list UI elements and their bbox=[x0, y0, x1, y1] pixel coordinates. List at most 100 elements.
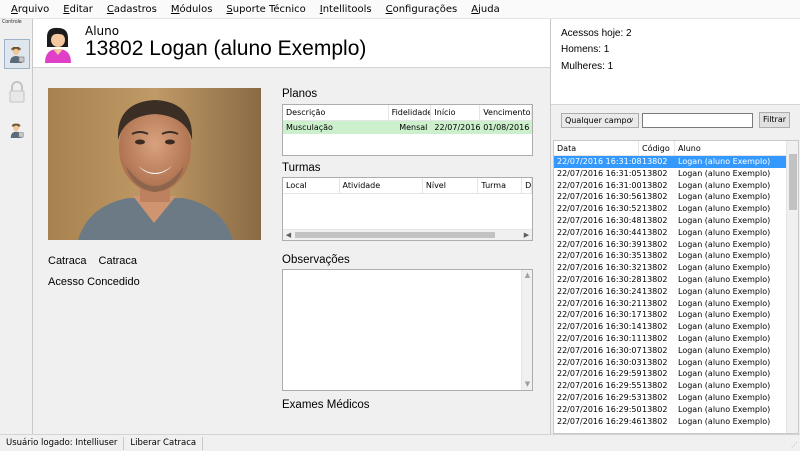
resize-grip-icon[interactable]: ⋰ bbox=[791, 441, 798, 449]
menu-modulos[interactable]: Módulos bbox=[164, 0, 220, 19]
planos-grid[interactable]: Descrição Fidelidade Início Vencimento M… bbox=[282, 104, 533, 156]
cell-data: 22/07/2016 16:30:44 bbox=[557, 227, 642, 237]
access-row[interactable]: 22/07/2016 16:30:52 13802 Logan (aluno Exe… bbox=[554, 203, 798, 215]
scroll-down-icon[interactable]: ▼ bbox=[522, 379, 533, 390]
access-row[interactable]: 22/07/2016 16:30:11 13802 Logan (aluno Exe… bbox=[554, 333, 798, 345]
cell-data: 22/07/2016 16:29:55 bbox=[557, 381, 642, 391]
user-icon bbox=[10, 47, 25, 63]
menu-ajuda[interactable]: Ajuda bbox=[464, 0, 506, 19]
observacoes-textarea[interactable]: ▲ ▼ bbox=[282, 269, 533, 391]
col-nivel[interactable]: Nível bbox=[423, 178, 479, 193]
turmas-grid[interactable]: Local Atividade Nível Turma D ◀ ▶ bbox=[282, 177, 533, 241]
access-row[interactable]: 22/07/2016 16:31:08 13802 Logan (aluno Exe… bbox=[554, 156, 798, 168]
cell-codigo: 13802 bbox=[642, 274, 668, 284]
student-avatar-icon bbox=[45, 27, 71, 63]
left-toolbar: Controle bbox=[0, 19, 33, 434]
access-row[interactable]: 22/07/2016 16:31:00 13802 Logan (aluno Exe… bbox=[554, 180, 798, 192]
aluno-header: Aluno 13802 Logan (aluno Exemplo) bbox=[33, 19, 550, 68]
cell-data: 22/07/2016 16:31:00 bbox=[557, 180, 642, 190]
main-panel: Aluno 13802 Logan (aluno Exemplo) Catrac… bbox=[33, 19, 550, 434]
filter-field-select[interactable]: Qualquer campo ∨ bbox=[561, 113, 639, 128]
cell-data: 22/07/2016 16:30:56 bbox=[557, 192, 642, 202]
col-vencimento[interactable]: Vencimento bbox=[480, 105, 532, 120]
cell-codigo: 13802 bbox=[642, 392, 668, 402]
access-row[interactable]: 22/07/2016 16:30:44 13802 Logan (aluno Exe… bbox=[554, 227, 798, 239]
aluno-button[interactable] bbox=[4, 115, 30, 145]
access-row[interactable]: 22/07/2016 16:29:50 13802 Logan (aluno Exe… bbox=[554, 404, 798, 416]
cell-codigo: 13802 bbox=[642, 357, 668, 367]
aluno-label: Aluno bbox=[85, 24, 120, 38]
menu-editar[interactable]: Editar bbox=[56, 0, 100, 19]
access-row[interactable]: 22/07/2016 16:30:07 13802 Logan (aluno Exe… bbox=[554, 345, 798, 357]
cell-codigo: 13802 bbox=[642, 215, 668, 225]
access-row[interactable]: 22/07/2016 16:30:03 13802 Logan (aluno Exe… bbox=[554, 357, 798, 369]
controle-acesso-button[interactable] bbox=[4, 39, 30, 69]
access-row[interactable]: 22/07/2016 16:30:21 13802 Logan (aluno Exe… bbox=[554, 298, 798, 310]
cell-aluno: Logan (aluno Exemplo) bbox=[678, 286, 771, 296]
col-descricao[interactable]: Descrição bbox=[283, 105, 389, 120]
vscroll-thumb[interactable] bbox=[789, 154, 797, 210]
cell-aluno: Logan (aluno Exemplo) bbox=[678, 168, 771, 178]
col-inicio[interactable]: Início bbox=[431, 105, 481, 120]
menu-cadastros[interactable]: Cadastros bbox=[100, 0, 164, 19]
access-row[interactable]: 22/07/2016 16:31:05 13802 Logan (aluno Exe… bbox=[554, 168, 798, 180]
observacoes-vscroll[interactable]: ▲ ▼ bbox=[521, 270, 532, 390]
menu-intellitools[interactable]: Intellitools bbox=[313, 0, 379, 19]
cell-aluno: Logan (aluno Exemplo) bbox=[678, 263, 771, 273]
col-d[interactable]: D bbox=[522, 178, 532, 193]
cell-data: 22/07/2016 16:30:11 bbox=[557, 333, 642, 343]
cell-data: 22/07/2016 16:29:46 bbox=[557, 416, 642, 426]
status-bar: Usuário logado: Intelliuser Liberar Catr… bbox=[0, 434, 800, 451]
bloquear-button[interactable] bbox=[4, 77, 30, 107]
turmas-label: Turmas bbox=[282, 162, 321, 174]
filtrar-button[interactable]: Filtrar bbox=[759, 112, 790, 128]
plano-row[interactable]: Musculação Mensal 22/07/2016 01/08/2016 bbox=[283, 121, 532, 134]
planos-label: Planos bbox=[282, 88, 318, 100]
col-turma[interactable]: Turma bbox=[478, 178, 523, 193]
col-fidelidade[interactable]: Fidelidade bbox=[389, 105, 432, 120]
col-codigo[interactable]: Código bbox=[639, 141, 675, 155]
access-row[interactable]: 22/07/2016 16:30:24 13802 Logan (aluno Exe… bbox=[554, 286, 798, 298]
cell-codigo: 13802 bbox=[642, 333, 668, 343]
scroll-right-icon[interactable]: ▶ bbox=[521, 230, 532, 240]
cell-data: 22/07/2016 16:30:03 bbox=[557, 357, 642, 367]
access-row[interactable]: 22/07/2016 16:30:14 13802 Logan (aluno Exe… bbox=[554, 321, 798, 333]
menu-arquivo[interactable]: Arquivo bbox=[4, 0, 56, 19]
access-list[interactable]: Data Código Aluno 22/07/2016 16:31:08 138… bbox=[553, 140, 799, 434]
cell-codigo: 13802 bbox=[642, 204, 668, 214]
access-row[interactable]: 22/07/2016 16:30:35 13802 Logan (aluno Exe… bbox=[554, 250, 798, 262]
filter-input[interactable] bbox=[642, 113, 753, 128]
cell-inicio: 22/07/2016 bbox=[434, 123, 481, 132]
access-row[interactable]: 22/07/2016 16:30:32 13802 Logan (aluno Exe… bbox=[554, 262, 798, 274]
menu-suporte-tecnico[interactable]: Suporte Técnico bbox=[219, 0, 312, 19]
menu-bar: Arquivo Editar Cadastros Módulos Suporte… bbox=[0, 0, 800, 19]
col-local[interactable]: Local bbox=[283, 178, 340, 193]
access-row[interactable]: 22/07/2016 16:30:39 13802 Logan (aluno Exe… bbox=[554, 239, 798, 251]
access-row[interactable]: 22/07/2016 16:30:17 13802 Logan (aluno Exe… bbox=[554, 309, 798, 321]
access-row[interactable]: 22/07/2016 16:30:48 13802 Logan (aluno Exe… bbox=[554, 215, 798, 227]
access-row[interactable]: 22/07/2016 16:29:53 13802 Logan (aluno Exe… bbox=[554, 392, 798, 404]
col-data[interactable]: Data bbox=[554, 141, 639, 155]
cell-codigo: 13802 bbox=[642, 369, 668, 379]
cell-data: 22/07/2016 16:30:35 bbox=[557, 251, 642, 261]
col-aluno[interactable]: Aluno bbox=[675, 141, 788, 155]
cell-aluno: Logan (aluno Exemplo) bbox=[678, 381, 771, 391]
access-row[interactable]: 22/07/2016 16:29:59 13802 Logan (aluno Exe… bbox=[554, 368, 798, 380]
access-row[interactable]: 22/07/2016 16:29:55 13802 Logan (aluno Exe… bbox=[554, 380, 798, 392]
access-list-vscroll[interactable] bbox=[786, 141, 798, 433]
scroll-up-icon[interactable]: ▲ bbox=[522, 270, 533, 281]
access-row[interactable]: 22/07/2016 16:30:56 13802 Logan (aluno Exe… bbox=[554, 191, 798, 203]
cell-codigo: 13802 bbox=[642, 168, 668, 178]
turmas-hscroll[interactable]: ◀ ▶ bbox=[283, 229, 532, 240]
observacoes-label: Observações bbox=[282, 254, 350, 266]
access-row[interactable]: 22/07/2016 16:30:28 13802 Logan (aluno Exe… bbox=[554, 274, 798, 286]
col-atividade[interactable]: Atividade bbox=[340, 178, 423, 193]
access-row[interactable]: 22/07/2016 16:29:46 13802 Logan (aluno Exe… bbox=[554, 416, 798, 428]
stats-box: Acessos hoje: 2 Homens: 1 Mulheres: 1 bbox=[551, 19, 800, 105]
menu-configuracoes[interactable]: Configurações bbox=[379, 0, 465, 19]
lock-icon bbox=[9, 81, 25, 103]
scroll-left-icon[interactable]: ◀ bbox=[283, 230, 294, 240]
cell-data: 22/07/2016 16:29:53 bbox=[557, 392, 642, 402]
liberar-catraca-button[interactable]: Liberar Catraca bbox=[124, 436, 204, 450]
hscroll-thumb[interactable] bbox=[295, 232, 495, 238]
